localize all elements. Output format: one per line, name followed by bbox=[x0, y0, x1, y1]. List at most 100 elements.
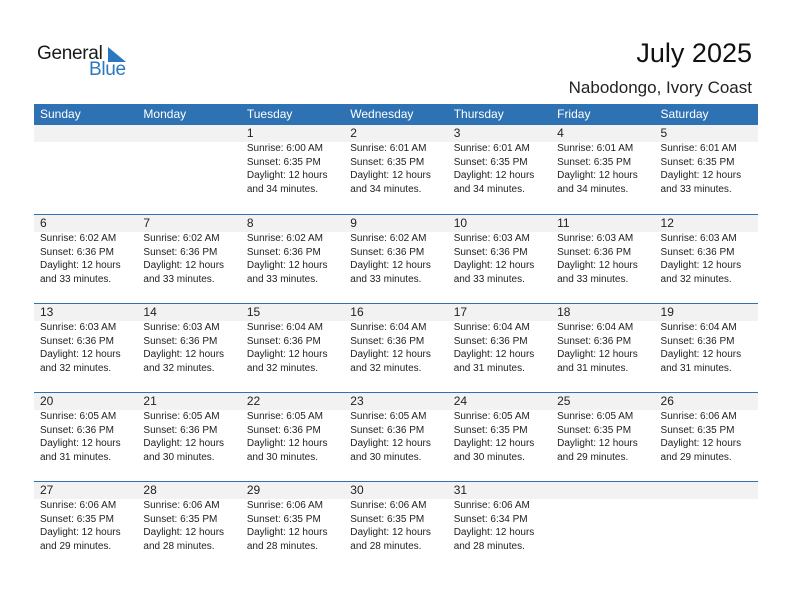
day-cell: 1 Sunrise: 6:00 AM Sunset: 6:35 PM Daylight… bbox=[241, 125, 344, 196]
sunrise-text: Sunrise: 6:01 AM bbox=[453, 143, 530, 154]
sunrise-text: Sunrise: 6:02 AM bbox=[143, 233, 220, 244]
sunset-text: Sunset: 6:36 PM bbox=[246, 424, 321, 436]
minutes-text: and 33 minutes. bbox=[143, 273, 215, 285]
day-cell: 30 Sunrise: 6:06 AM Sunset: 6:35 PM Dayligh… bbox=[344, 482, 447, 553]
minutes-text: and 34 minutes. bbox=[453, 183, 525, 195]
day-cell: 22 Sunrise: 6:05 AM Sunset: 6:36 PM Dayligh… bbox=[241, 393, 344, 464]
daylight-text: Daylight: 12 hours bbox=[246, 170, 328, 181]
sunset-text: Sunset: 6:35 PM bbox=[246, 156, 321, 168]
day-number: 24 bbox=[453, 394, 468, 408]
sunrise-text: Sunrise: 6:06 AM bbox=[143, 500, 220, 511]
day-number: 16 bbox=[350, 305, 364, 319]
day-cell: 28 Sunrise: 6:06 AM Sunset: 6:35 PM Dayligh… bbox=[137, 482, 240, 553]
sunset-text: Sunset: 6:35 PM bbox=[557, 424, 632, 436]
week-row: 20 Sunrise: 6:05 AM Sunset: 6:36 PM Dayligh… bbox=[34, 392, 758, 481]
minutes-text: and 31 minutes. bbox=[660, 362, 732, 374]
daylight-text: Daylight: 12 hours bbox=[350, 438, 431, 449]
sunset-text: Sunset: 6:36 PM bbox=[40, 424, 114, 436]
sunrise-text: Sunrise: 6:03 AM bbox=[453, 233, 530, 244]
minutes-text: and 28 minutes. bbox=[143, 540, 215, 552]
minutes-text: and 30 minutes. bbox=[246, 451, 319, 463]
daylight-text: Daylight: 12 hours bbox=[453, 260, 535, 271]
sunset-text: Sunset: 6:35 PM bbox=[453, 156, 528, 168]
day-cell: 3 Sunrise: 6:01 AM Sunset: 6:35 PM Daylight… bbox=[448, 125, 551, 196]
day-number bbox=[557, 482, 654, 499]
minutes-text: and 31 minutes. bbox=[453, 362, 525, 374]
daylight-text: Daylight: 12 hours bbox=[40, 527, 121, 538]
sunrise-text: Sunrise: 6:00 AM bbox=[246, 143, 323, 154]
day-number: 2 bbox=[350, 126, 357, 140]
sunrise-text: Sunrise: 6:03 AM bbox=[660, 233, 737, 244]
daylight-text: Daylight: 12 hours bbox=[143, 527, 225, 538]
day-number bbox=[143, 125, 240, 142]
sunset-text: Sunset: 6:35 PM bbox=[557, 156, 632, 168]
sunrise-text: Sunrise: 6:05 AM bbox=[143, 411, 220, 422]
sunset-text: Sunset: 6:36 PM bbox=[246, 335, 321, 347]
day-number: 19 bbox=[660, 305, 674, 319]
sunrise-text: Sunrise: 6:06 AM bbox=[350, 500, 427, 511]
sunset-text: Sunset: 6:36 PM bbox=[350, 424, 425, 436]
day-cell: 4 Sunrise: 6:01 AM Sunset: 6:35 PM Daylight… bbox=[551, 125, 654, 196]
daylight-text: Daylight: 12 hours bbox=[660, 260, 742, 271]
day-cell: 21 Sunrise: 6:05 AM Sunset: 6:36 PM Dayligh… bbox=[137, 393, 240, 464]
sunset-text: Sunset: 6:34 PM bbox=[453, 513, 528, 525]
minutes-text: and 33 minutes. bbox=[660, 183, 732, 195]
day-number: 13 bbox=[40, 305, 54, 319]
day-cell: 9 Sunrise: 6:02 AM Sunset: 6:36 PM Daylight… bbox=[344, 215, 447, 286]
week-row: 6 Sunrise: 6:02 AM Sunset: 6:36 PM Daylight… bbox=[34, 214, 758, 303]
sunset-text: Sunset: 6:35 PM bbox=[40, 513, 114, 525]
day-cell: 13 Sunrise: 6:03 AM Sunset: 6:36 PM Dayligh… bbox=[34, 304, 137, 375]
day-cell: 12 Sunrise: 6:03 AM Sunset: 6:36 PM Dayligh… bbox=[655, 215, 758, 286]
sunset-text: Sunset: 6:36 PM bbox=[143, 424, 218, 436]
day-cell: 20 Sunrise: 6:05 AM Sunset: 6:36 PM Dayligh… bbox=[34, 393, 137, 464]
minutes-text: and 32 minutes. bbox=[40, 362, 112, 374]
day-number: 30 bbox=[350, 483, 364, 497]
daylight-text: Daylight: 12 hours bbox=[246, 260, 328, 271]
daylight-text: Daylight: 12 hours bbox=[40, 349, 121, 360]
day-cell bbox=[34, 125, 137, 196]
sunrise-text: Sunrise: 6:02 AM bbox=[40, 233, 117, 244]
logo: General Blue bbox=[37, 43, 137, 83]
sunset-text: Sunset: 6:36 PM bbox=[246, 246, 321, 258]
day-cell: 17 Sunrise: 6:04 AM Sunset: 6:36 PM Dayligh… bbox=[448, 304, 551, 375]
sunset-text: Sunset: 6:36 PM bbox=[557, 246, 632, 258]
day-cell: 19 Sunrise: 6:04 AM Sunset: 6:36 PM Dayligh… bbox=[655, 304, 758, 375]
week-row: 13 Sunrise: 6:03 AM Sunset: 6:36 PM Dayligh… bbox=[34, 303, 758, 392]
minutes-text: and 34 minutes. bbox=[557, 183, 629, 195]
sunrise-text: Sunrise: 6:04 AM bbox=[660, 322, 737, 333]
sunrise-text: Sunrise: 6:02 AM bbox=[246, 233, 323, 244]
minutes-text: and 32 minutes. bbox=[660, 273, 732, 285]
minutes-text: and 33 minutes. bbox=[453, 273, 525, 285]
day-number: 20 bbox=[40, 394, 54, 408]
daylight-text: Daylight: 12 hours bbox=[350, 170, 431, 181]
minutes-text: and 32 minutes. bbox=[143, 362, 215, 374]
minutes-text: and 28 minutes. bbox=[453, 540, 525, 552]
sunrise-text: Sunrise: 6:03 AM bbox=[40, 322, 117, 333]
minutes-text: and 29 minutes. bbox=[557, 451, 629, 463]
weekday-header: Sunday Monday Tuesday Wednesday Thursday Frid… bbox=[34, 104, 758, 125]
daylight-text: Daylight: 12 hours bbox=[660, 170, 742, 181]
sunrise-text: Sunrise: 6:04 AM bbox=[246, 322, 323, 333]
sunset-text: Sunset: 6:36 PM bbox=[143, 335, 218, 347]
day-number: 17 bbox=[453, 305, 468, 319]
day-cell: 31 Sunrise: 6:06 AM Sunset: 6:34 PM Dayligh… bbox=[448, 482, 551, 553]
sunrise-text: Sunrise: 6:05 AM bbox=[40, 411, 117, 422]
sunset-text: Sunset: 6:36 PM bbox=[143, 246, 218, 258]
week-row: 27 Sunrise: 6:06 AM Sunset: 6:35 PM Dayligh… bbox=[34, 481, 758, 570]
page-title: July 2025 bbox=[636, 38, 752, 68]
day-cell: 8 Sunrise: 6:02 AM Sunset: 6:36 PM Daylight… bbox=[241, 215, 344, 286]
sunrise-text: Sunrise: 6:05 AM bbox=[246, 411, 323, 422]
day-number: 25 bbox=[557, 394, 571, 408]
sunset-text: Sunset: 6:36 PM bbox=[350, 246, 425, 258]
daylight-text: Daylight: 12 hours bbox=[453, 438, 535, 449]
sunset-text: Sunset: 6:36 PM bbox=[350, 335, 425, 347]
sunset-text: Sunset: 6:35 PM bbox=[350, 156, 425, 168]
weekday-friday: Friday bbox=[557, 107, 591, 121]
sunrise-text: Sunrise: 6:01 AM bbox=[660, 143, 737, 154]
daylight-text: Daylight: 12 hours bbox=[660, 349, 742, 360]
minutes-text: and 30 minutes. bbox=[453, 451, 525, 463]
daylight-text: Daylight: 12 hours bbox=[143, 438, 225, 449]
day-number: 26 bbox=[660, 394, 674, 408]
sunrise-text: Sunrise: 6:05 AM bbox=[557, 411, 634, 422]
day-number: 31 bbox=[453, 483, 468, 497]
